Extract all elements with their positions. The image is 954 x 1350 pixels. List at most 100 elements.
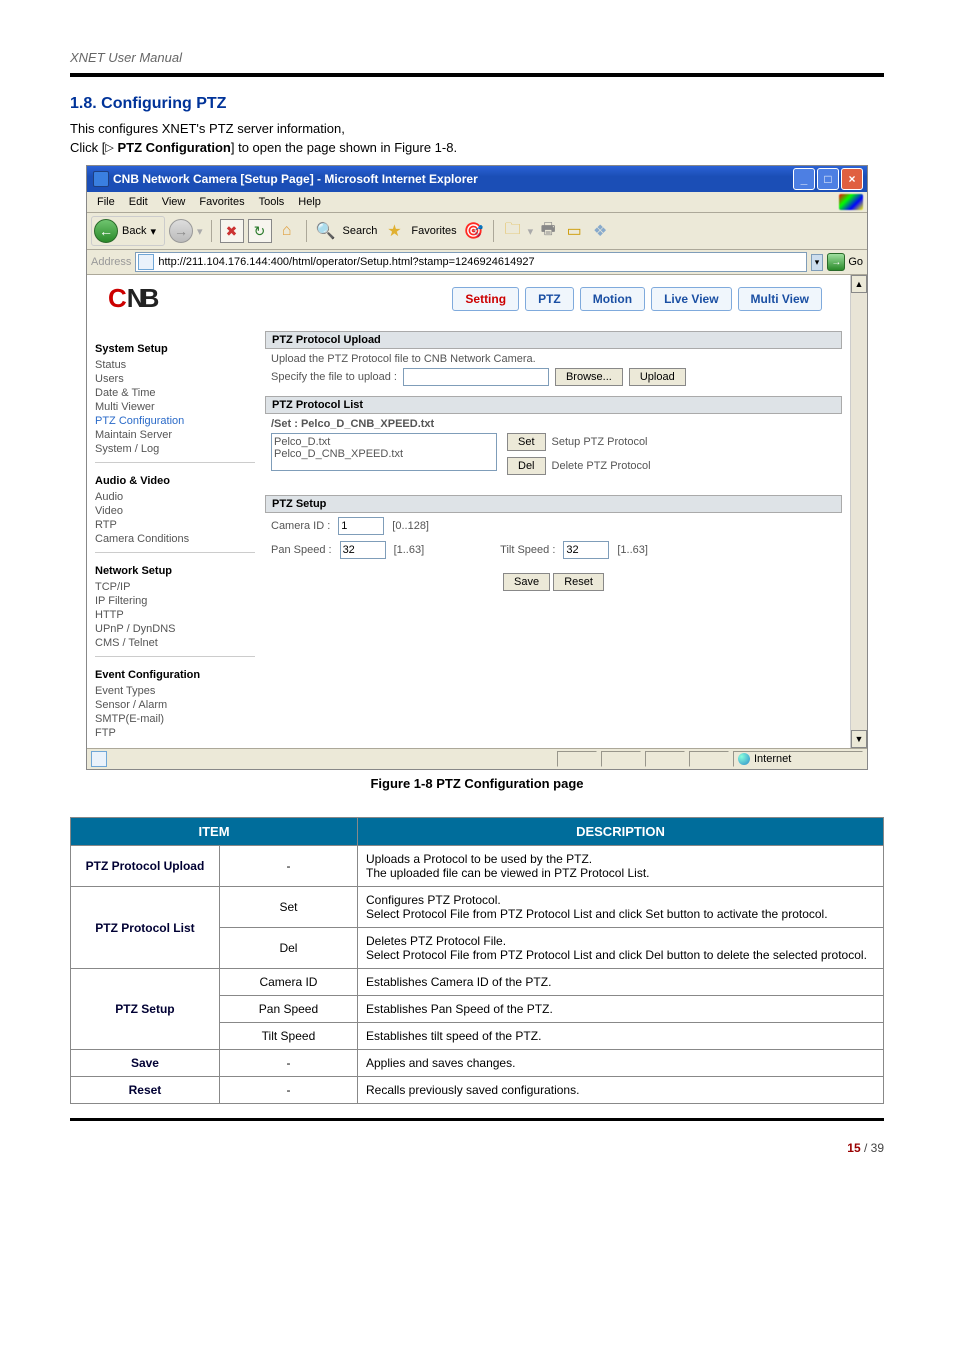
url-text: http://211.104.176.144:400/html/operator… xyxy=(158,256,534,268)
list-set-line: /Set : Pelco_D_CNB_XPEED.txt xyxy=(271,418,836,430)
forward-button[interactable]: → xyxy=(169,219,193,243)
back-button[interactable]: ← Back ▾ xyxy=(91,216,165,246)
manual-title: XNET User Manual xyxy=(70,50,884,65)
upload-file-label: Specify the file to upload : xyxy=(271,371,397,383)
menu-edit[interactable]: Edit xyxy=(123,195,154,209)
sidebar-item-tcpip[interactable]: TCP/IP xyxy=(95,580,255,594)
mail-icon[interactable]: 🖶 xyxy=(537,220,559,242)
windows-flag-icon xyxy=(839,194,863,210)
favorites-icon[interactable]: ★ xyxy=(383,220,405,242)
header-rule xyxy=(70,73,884,77)
status-zone-cell: Internet xyxy=(733,751,863,767)
sidebar-item-http[interactable]: HTTP xyxy=(95,608,255,622)
menu-view[interactable]: View xyxy=(156,195,192,209)
click-prefix: Click [ xyxy=(70,140,105,155)
row-reset-label: Reset xyxy=(71,1077,220,1104)
sidebar-item-video[interactable]: Video xyxy=(95,504,255,518)
protocol-listbox[interactable]: Pelco_D.txt Pelco_D_CNB_XPEED.txt xyxy=(271,433,497,471)
sidebar-item-ptz-config[interactable]: PTZ Configuration xyxy=(95,414,255,428)
minimize-button[interactable]: _ xyxy=(793,168,815,190)
stop-button[interactable]: ✖ xyxy=(220,219,244,243)
status-cell-4 xyxy=(689,751,729,767)
toolbar: ← Back ▾ → ▾ ✖ ↻ ⌂ 🔍 Search ★ Favorites … xyxy=(87,213,867,250)
camera-id-input[interactable] xyxy=(338,517,384,535)
th-item: ITEM xyxy=(71,818,358,846)
tab-setting[interactable]: Setting xyxy=(452,287,519,311)
history-icon[interactable]: 🗀 xyxy=(502,220,524,242)
sidebar-item-audio[interactable]: Audio xyxy=(95,490,255,504)
fullscreen-icon[interactable]: ▭ xyxy=(563,220,585,242)
tab-multi-view[interactable]: Multi View xyxy=(738,287,822,311)
url-field[interactable]: http://211.104.176.144:400/html/operator… xyxy=(135,252,806,272)
page-sep: / xyxy=(861,1141,871,1155)
sidebar-item-maintain[interactable]: Maintain Server xyxy=(95,428,255,442)
upload-button[interactable]: Upload xyxy=(629,368,686,386)
browse-button[interactable]: Browse... xyxy=(555,368,623,386)
status-bar: Internet xyxy=(87,748,867,769)
cnb-logo: CNB xyxy=(107,283,158,314)
sidebar-item-ipfiltering[interactable]: IP Filtering xyxy=(95,594,255,608)
sidebar-item-ftp[interactable]: FTP xyxy=(95,726,255,740)
refresh-button[interactable]: ↻ xyxy=(248,219,272,243)
sidebar-item-rtp[interactable]: RTP xyxy=(95,518,255,532)
tilt-speed-input[interactable] xyxy=(563,541,609,559)
media-icon[interactable]: 🎯 xyxy=(463,220,485,242)
url-dropdown-icon[interactable]: ▾ xyxy=(811,254,824,271)
page-icon xyxy=(138,254,154,270)
search-icon[interactable]: 🔍 xyxy=(315,220,337,242)
triangle-icon: ▷ xyxy=(105,142,113,154)
click-instruction: Click [▷ PTZ Configuration] to open the … xyxy=(70,140,884,155)
menu-tools[interactable]: Tools xyxy=(253,195,291,209)
home-button[interactable]: ⌂ xyxy=(276,220,298,242)
section-heading: 1.8. Configuring PTZ xyxy=(70,95,884,113)
sidebar-item-status[interactable]: Status xyxy=(95,358,255,372)
back-label: Back xyxy=(122,225,146,237)
upload-desc: Upload the PTZ Protocol file to CNB Netw… xyxy=(271,353,836,365)
row-reset-sub: - xyxy=(219,1077,357,1104)
vertical-scrollbar[interactable]: ▲ ▼ xyxy=(850,275,867,748)
tab-motion[interactable]: Motion xyxy=(580,287,645,311)
intro-text: This configures XNET's PTZ server inform… xyxy=(70,121,884,136)
row-save-sub: - xyxy=(219,1050,357,1077)
menu-favorites[interactable]: Favorites xyxy=(193,195,250,209)
pan-speed-input[interactable] xyxy=(340,541,386,559)
sidebar-item-eventtypes[interactable]: Event Types xyxy=(95,684,255,698)
tab-ptz[interactable]: PTZ xyxy=(525,287,574,311)
sidebar-item-upnp[interactable]: UPnP / DynDNS xyxy=(95,622,255,636)
address-label: Address xyxy=(91,256,131,268)
tab-live-view[interactable]: Live View xyxy=(651,287,731,311)
save-button[interactable]: Save xyxy=(503,573,550,591)
set-hint: Setup PTZ Protocol xyxy=(552,436,648,448)
close-button[interactable]: × xyxy=(841,168,863,190)
scroll-down-icon[interactable]: ▼ xyxy=(851,730,867,748)
sidebar-item-multiviewer[interactable]: Multi Viewer xyxy=(95,400,255,414)
row-setup-label: PTZ Setup xyxy=(71,969,220,1050)
row-setup-cam: Camera ID xyxy=(219,969,357,996)
pan-speed-range: [1..63] xyxy=(394,544,425,556)
list-option-2[interactable]: Pelco_D_CNB_XPEED.txt xyxy=(274,448,494,460)
row-list-del-desc: Deletes PTZ Protocol File. Select Protoc… xyxy=(358,928,884,969)
sidebar-item-systemlog[interactable]: System / Log xyxy=(95,442,255,456)
sidebar-item-datetime[interactable]: Date & Time xyxy=(95,386,255,400)
sidebar-item-cms[interactable]: CMS / Telnet xyxy=(95,636,255,650)
maximize-button[interactable]: □ xyxy=(817,168,839,190)
row-setup-tilt: Tilt Speed xyxy=(219,1023,357,1050)
page-current: 15 xyxy=(847,1141,860,1155)
msn-icon[interactable]: ❖ xyxy=(589,220,611,242)
menu-help[interactable]: Help xyxy=(292,195,327,209)
row-setup-tilt-desc: Establishes tilt speed of the PTZ. xyxy=(358,1023,884,1050)
sidebar-item-camera-conditions[interactable]: Camera Conditions xyxy=(95,532,255,546)
list-option-1[interactable]: Pelco_D.txt xyxy=(274,436,494,448)
sidebar-item-sensor[interactable]: Sensor / Alarm xyxy=(95,698,255,712)
sidebar-item-users[interactable]: Users xyxy=(95,372,255,386)
upload-file-input[interactable] xyxy=(403,368,549,386)
reset-button[interactable]: Reset xyxy=(553,573,604,591)
row-upload-desc: Uploads a Protocol to be used by the PTZ… xyxy=(358,846,884,887)
del-button[interactable]: Del xyxy=(507,457,546,475)
set-button[interactable]: Set xyxy=(507,433,546,451)
menu-file[interactable]: File xyxy=(91,195,121,209)
scroll-up-icon[interactable]: ▲ xyxy=(851,275,867,293)
window-titlebar: CNB Network Camera [Setup Page] - Micros… xyxy=(87,166,867,192)
go-button[interactable]: → Go xyxy=(827,253,863,271)
sidebar-item-smtp[interactable]: SMTP(E-mail) xyxy=(95,712,255,726)
